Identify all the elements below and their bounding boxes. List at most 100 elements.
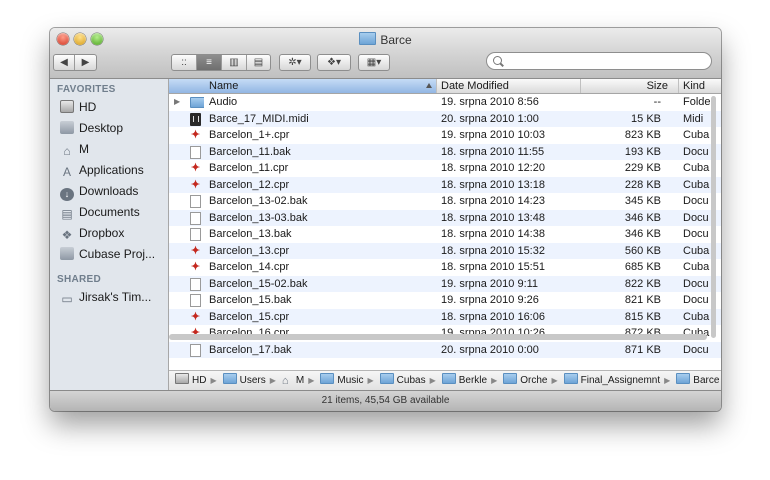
document-icon — [190, 294, 201, 307]
icon-view-button[interactable]: :: — [172, 55, 197, 70]
search-field[interactable] — [486, 52, 712, 70]
back-button[interactable]: ◀ — [54, 55, 75, 70]
file-size: 823 KB — [624, 129, 661, 141]
path-crumb[interactable]: Music ▶ — [320, 371, 374, 391]
path-crumb[interactable]: Cubas ▶ — [379, 371, 436, 391]
scrollbar-thumb[interactable] — [169, 334, 707, 340]
file-row[interactable]: Barcelon_13-03.bak 18. srpna 2010 13:48 34… — [169, 209, 721, 227]
title-bar[interactable]: Barce ◀ ▶ :: ≡ ▥ ▤ ✲▾ ❖▾ ▦▾ — [50, 28, 721, 79]
cubase-project-icon: ✦ — [190, 310, 201, 323]
path-crumb-label: Berkle — [458, 375, 488, 386]
path-crumb-label: Barce — [693, 375, 720, 386]
file-kind: Docu — [683, 277, 709, 290]
home-icon: ⌂ — [281, 375, 289, 387]
sidebar-header-favorites: FAVORITES — [57, 84, 116, 95]
file-row[interactable]: ✦ Barcelon_13.cpr 18. srpna 2010 15:32 560 … — [169, 242, 721, 259]
file-name: Barcelon_13-03.bak — [209, 211, 308, 224]
file-icon-cell: ✦ — [190, 160, 204, 177]
file-date-modified: 20. srpna 2010 1:00 — [441, 112, 539, 125]
file-row[interactable]: Barce_17_MIDI.midi 20. srpna 2010 1:00 15 … — [169, 110, 721, 127]
column-header-size[interactable]: Size — [581, 79, 679, 93]
search-input[interactable] — [505, 54, 709, 70]
file-row[interactable]: ✦ Barcelon_1+.cpr 19. srpna 2010 10:03 823 … — [169, 127, 721, 144]
documents-icon: ▤ — [61, 207, 73, 221]
folder-icon — [563, 373, 578, 384]
disclosure-triangle-icon[interactable]: ▶ — [174, 94, 184, 111]
sidebar-item-label: Applications — [79, 163, 144, 177]
file-date-modified: 19. srpna 2010 9:11 — [441, 277, 539, 290]
file-row[interactable]: ✦ Barcelon_15.cpr 18. srpna 2010 16:06 815 … — [169, 308, 721, 326]
sidebar-item-home[interactable]: ⌂ M — [60, 139, 166, 159]
path-crumb-label: Users — [239, 375, 266, 386]
path-crumb[interactable]: ⌂ M ▶ — [282, 371, 315, 391]
vertical-scrollbar[interactable] — [711, 96, 716, 338]
sidebar-item-time-capsule[interactable]: ▭ Jirsak's Tim... — [60, 287, 166, 307]
path-crumb[interactable]: Final_Assignemnt ▶ — [563, 371, 670, 391]
action-menu-button[interactable]: ✲▾ — [279, 54, 311, 71]
file-row[interactable]: Barcelon_15-02.bak 19. srpna 2010 9:11 822… — [169, 275, 721, 293]
file-icon-cell: ✦ — [190, 309, 204, 326]
column-header-name[interactable]: Name — [169, 79, 437, 93]
file-row[interactable]: Barcelon_11.bak 18. srpna 2010 11:55 193 K… — [169, 143, 721, 161]
path-crumb-label: HD — [192, 375, 207, 386]
file-row[interactable]: Barcelon_17.bak 20. srpna 2010 0:00 871 KB… — [169, 341, 721, 359]
file-row[interactable]: Barcelon_15.bak 19. srpna 2010 9:26 821 KB… — [169, 292, 721, 309]
file-row[interactable]: ✦ Barcelon_11.cpr 18. srpna 2010 12:20 229 … — [169, 160, 721, 177]
view-mode-control: :: ≡ ▥ ▤ — [171, 54, 271, 71]
file-icon-cell — [190, 342, 204, 359]
hard-disk-icon — [175, 373, 189, 384]
file-kind: Cuba — [683, 244, 710, 257]
file-name: Barcelon_15.cpr — [209, 310, 290, 323]
sidebar-item-downloads[interactable]: ↓ Downloads — [60, 181, 166, 201]
file-date-modified: 18. srpna 2010 15:51 — [441, 261, 545, 273]
column-view-button[interactable]: ▥ — [222, 55, 247, 70]
cubase-project-icon: ✦ — [190, 162, 201, 174]
file-kind: Docu — [683, 211, 709, 224]
file-icon-cell — [190, 210, 204, 227]
file-kind: Folde — [683, 96, 711, 108]
path-crumb[interactable]: Barce — [676, 371, 719, 391]
sidebar-item-hd[interactable]: HD — [60, 97, 166, 117]
file-row[interactable]: Barcelon_13-02.bak 18. srpna 2010 14:23 34… — [169, 193, 721, 210]
sidebar-item-cubase-projects[interactable]: Cubase Proj... — [60, 244, 166, 264]
cover-flow-button[interactable]: ▤ — [247, 55, 270, 70]
dropbox-menu-button[interactable]: ❖▾ — [317, 54, 351, 71]
file-icon-cell — [190, 276, 204, 293]
horizontal-scrollbar[interactable] — [169, 334, 707, 340]
path-crumb[interactable]: HD ▶ — [175, 371, 217, 391]
column-header-label: Name — [209, 80, 239, 92]
sidebar-item-documents[interactable]: ▤ Documents — [60, 202, 166, 222]
file-kind: Cuba — [683, 162, 710, 174]
sidebar-item-dropbox[interactable]: ❖ Dropbox — [60, 223, 166, 243]
path-crumb[interactable]: Orche ▶ — [503, 371, 558, 391]
status-text: 21 items, 45,54 GB available — [321, 395, 450, 406]
path-crumb[interactable]: Users ▶ — [222, 371, 276, 391]
file-kind: Docu — [683, 145, 709, 158]
sidebar-item-desktop[interactable]: Desktop — [60, 118, 166, 138]
path-crumb-label: Cubas — [396, 375, 426, 386]
file-date-modified: 18. srpna 2010 14:23 — [441, 195, 545, 207]
list-view-button[interactable]: ≡ — [197, 55, 222, 70]
file-name: Barcelon_13.bak — [209, 228, 292, 240]
row-spacer — [174, 226, 184, 243]
row-spacer — [174, 210, 184, 227]
row-spacer — [174, 127, 184, 144]
file-icon-cell — [190, 94, 204, 111]
status-bar: 21 items, 45,54 GB available — [50, 390, 721, 411]
window-title: Barce — [50, 32, 721, 47]
path-crumb[interactable]: Berkle ▶ — [441, 371, 497, 391]
file-icon-cell — [190, 144, 204, 161]
chevron-right-icon: ▶ — [308, 376, 315, 385]
file-row[interactable]: ▶ Audio 19. srpna 2010 8:56 -- Folde — [169, 94, 721, 111]
file-icon-cell — [190, 226, 204, 243]
column-header-kind[interactable]: Kind — [679, 79, 721, 93]
forward-button[interactable]: ▶ — [75, 55, 96, 70]
file-kind: Cuba — [683, 129, 710, 141]
file-date-modified: 19. srpna 2010 8:56 — [441, 96, 539, 108]
file-row[interactable]: ✦ Barcelon_12.cpr 18. srpna 2010 13:18 228 … — [169, 176, 721, 193]
arrange-menu-button[interactable]: ▦▾ — [358, 54, 390, 71]
column-header-date-modified[interactable]: Date Modified — [437, 79, 581, 93]
sidebar-item-applications[interactable]: A Applications — [60, 160, 166, 180]
file-row[interactable]: ✦ Barcelon_14.cpr 18. srpna 2010 15:51 685 … — [169, 259, 721, 276]
file-row[interactable]: Barcelon_13.bak 18. srpna 2010 14:38 346 K… — [169, 226, 721, 243]
